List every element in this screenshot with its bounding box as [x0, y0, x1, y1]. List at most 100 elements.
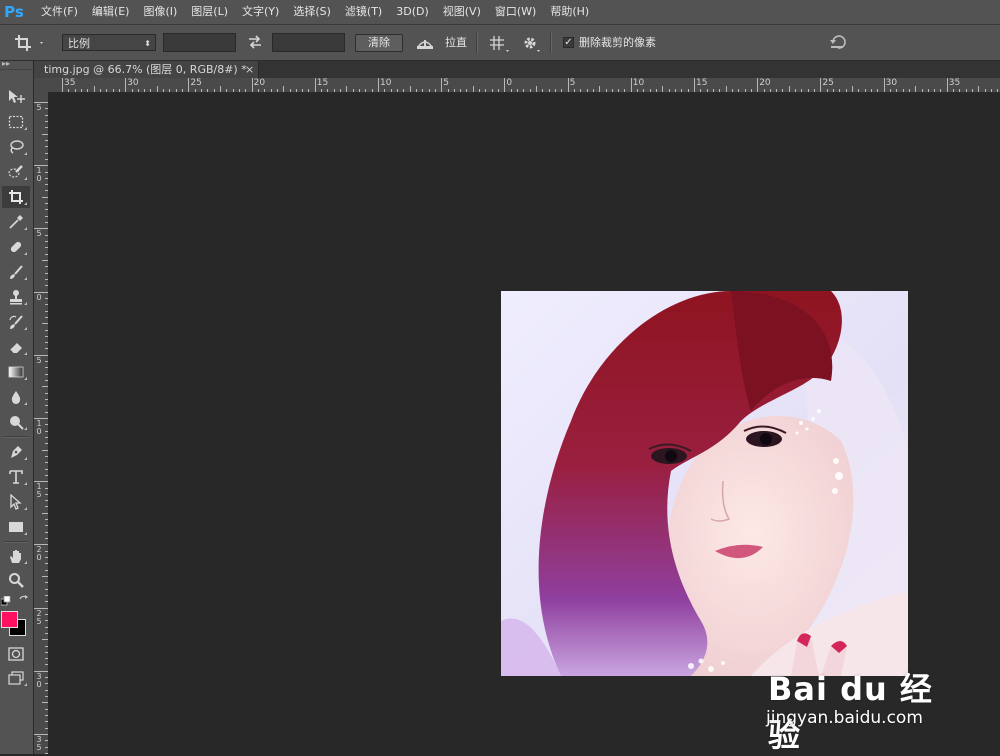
ruler-tick-minor	[156, 86, 158, 92]
menu-type[interactable]: 文字(Y)	[235, 0, 286, 24]
pen-tool-icon[interactable]	[2, 441, 30, 463]
ruler-tick-minor	[498, 89, 500, 92]
menu-layer[interactable]: 图层(L)	[184, 0, 235, 24]
ruler-tick-minor	[45, 500, 48, 502]
swap-icon[interactable]	[247, 34, 263, 53]
type-tool-icon[interactable]	[2, 466, 30, 488]
ruler-tick-minor	[45, 487, 48, 489]
ruler-tick-minor	[175, 89, 177, 92]
menu-select[interactable]: 选择(S)	[286, 0, 338, 24]
ruler-tick-minor	[662, 86, 664, 92]
brush-tool-icon[interactable]	[2, 261, 30, 283]
ruler-tick-minor	[649, 89, 651, 92]
ruler-tick-minor	[93, 86, 95, 92]
ruler-tick-minor	[586, 89, 588, 92]
ruler-tick-minor	[45, 493, 48, 495]
straighten-label[interactable]: 拉直	[445, 25, 467, 60]
ruler-tick-minor	[409, 86, 411, 92]
panel-grip[interactable]: ▸▸	[0, 60, 33, 70]
crop-tool-icon[interactable]	[2, 186, 30, 208]
ruler-tick-minor	[87, 89, 89, 92]
gradient-tool-icon[interactable]	[2, 361, 30, 383]
vertical-ruler[interactable]: 5 1 0 5 0 5 1 0 1 5 2 0 2 5 3 0 3 5	[34, 92, 49, 754]
menu-filter[interactable]: 滤镜(T)	[338, 0, 389, 24]
ruler-tick-minor	[902, 89, 904, 92]
menu-edit[interactable]: 编辑(E)	[85, 0, 137, 24]
move-tool-icon[interactable]	[2, 86, 30, 108]
crop-tool-preset-icon[interactable]	[14, 34, 46, 55]
menu-view[interactable]: 视图(V)	[436, 0, 488, 24]
reset-rotate-icon[interactable]	[829, 34, 847, 53]
screen-mode-icon[interactable]	[2, 667, 30, 689]
ruler-tick-minor	[984, 89, 986, 92]
ruler-tick-minor	[643, 89, 645, 92]
ruler-tick-minor	[580, 89, 582, 92]
ruler-tick-minor	[953, 89, 955, 92]
document-image[interactable]	[501, 291, 908, 676]
menu-file[interactable]: 文件(F)	[34, 0, 85, 24]
default-colors-icon[interactable]	[0, 595, 11, 609]
ruler-label: 5	[36, 355, 42, 365]
ruler-tick-minor	[42, 512, 48, 514]
marquee-tool-icon[interactable]	[2, 111, 30, 133]
quick-selection-tool-icon[interactable]	[2, 161, 30, 183]
ruler-tick-minor	[238, 89, 240, 92]
lasso-tool-icon[interactable]	[2, 136, 30, 158]
ruler-tick-major	[946, 78, 948, 92]
ruler-tick-minor	[45, 538, 48, 540]
ruler-tick-minor	[201, 89, 203, 92]
eyedropper-tool-icon[interactable]	[2, 211, 30, 233]
ruler-tick-minor	[776, 89, 778, 92]
ruler-label: 10	[380, 78, 392, 88]
quick-mask-icon[interactable]	[2, 643, 30, 665]
menu-help[interactable]: 帮助(H)	[543, 0, 596, 24]
blur-tool-icon[interactable]	[2, 386, 30, 408]
clear-button[interactable]: 清除	[355, 34, 403, 52]
height-input[interactable]	[272, 33, 345, 52]
ruler-tick-minor	[45, 184, 48, 186]
ruler-tick-minor	[763, 89, 765, 92]
ruler-tick-minor	[561, 89, 563, 92]
ruler-tick-minor	[45, 215, 48, 217]
ruler-tick-minor	[681, 89, 683, 92]
ruler-tick-minor	[45, 588, 48, 590]
delete-cropped-label[interactable]: 删除裁剪的像素	[579, 25, 656, 60]
ruler-tick-minor	[687, 89, 689, 92]
menu-image[interactable]: 图像(I)	[136, 0, 184, 24]
width-input[interactable]	[163, 33, 236, 52]
ruler-tick-minor	[45, 342, 48, 344]
grid-overlay-icon[interactable]	[489, 35, 509, 56]
ruler-tick-minor	[624, 89, 626, 92]
gear-icon[interactable]	[522, 35, 540, 56]
zoom-tool-icon[interactable]	[2, 569, 30, 591]
delete-cropped-checkbox[interactable]: ✓	[563, 37, 574, 48]
ruler-label: 5	[36, 103, 42, 112]
ruler-tick-minor	[45, 253, 48, 255]
ruler-tick-minor	[45, 177, 48, 179]
swap-colors-icon[interactable]	[19, 594, 29, 608]
ruler-tick-minor	[42, 449, 48, 451]
foreground-color-swatch[interactable]	[1, 611, 18, 628]
close-icon[interactable]: ×	[245, 61, 254, 78]
ratio-select[interactable]: 比例 ⬍	[62, 34, 156, 51]
document-tab[interactable]: timg.jpg @ 66.7% (图层 0, RGB/8#) *	[34, 61, 259, 78]
healing-brush-tool-icon[interactable]	[2, 236, 30, 258]
eraser-tool-icon[interactable]	[2, 336, 30, 358]
rectangle-tool-icon[interactable]	[2, 516, 30, 538]
menu-window[interactable]: 窗口(W)	[488, 0, 543, 24]
ruler-tick-minor	[45, 348, 48, 350]
history-brush-tool-icon[interactable]	[2, 311, 30, 333]
ruler-label: 30	[885, 78, 898, 88]
clone-stamp-tool-icon[interactable]	[2, 286, 30, 308]
horizontal-ruler[interactable]: 35 30 25 20 15 10 5 0 5 10 15 20 25 30 35	[34, 78, 1000, 93]
ruler-tick-minor	[45, 645, 48, 647]
ruler-tick-minor	[45, 430, 48, 432]
path-selection-tool-icon[interactable]	[2, 491, 30, 513]
ruler-label: 15	[696, 78, 708, 88]
straighten-icon[interactable]	[416, 35, 434, 54]
dodge-tool-icon[interactable]	[2, 411, 30, 433]
ruler-tick-minor	[959, 89, 961, 92]
hand-tool-icon[interactable]	[2, 545, 30, 567]
menu-3d[interactable]: 3D(D)	[389, 0, 436, 24]
ruler-tick-minor	[668, 89, 670, 92]
